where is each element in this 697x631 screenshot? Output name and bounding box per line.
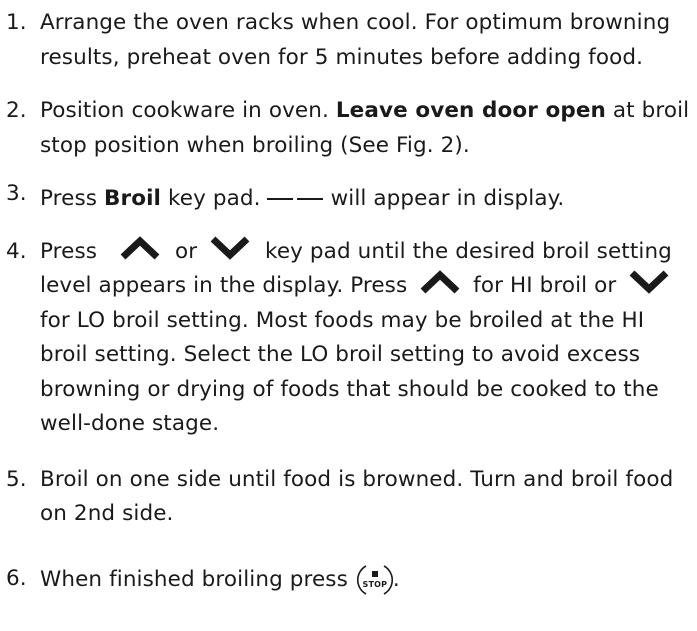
chevron-up-icon (418, 269, 462, 295)
step-text: Press (40, 238, 98, 264)
step-number: 3. (6, 181, 27, 206)
step-number: 2. (6, 98, 27, 123)
step-number: 4. (6, 238, 27, 264)
step-emphasis: Leave oven door open (335, 98, 606, 123)
stop-key-label: STOP (362, 579, 388, 589)
stop-key-icon: STOP (356, 562, 393, 598)
step-text: Arrange the oven racks when cool. For op… (40, 10, 671, 70)
step-text: Broil on one side until food is browned.… (40, 466, 674, 527)
broil-instructions: 1. Arrange the oven racks when cool. For… (0, 6, 697, 598)
step-6: 6. When finished broiling press STOP . (0, 562, 697, 598)
chevron-down-icon (208, 235, 252, 261)
step-2: 2. Position cookware in oven. Leave oven… (0, 94, 697, 163)
chevron-down-icon (627, 269, 671, 295)
step-text: When finished broiling press (40, 566, 348, 592)
step-1: 1. Arrange the oven racks when cool. For… (0, 6, 697, 75)
step-text: or (174, 238, 198, 264)
step-number: 5. (6, 466, 27, 492)
step-text: key pad. (161, 186, 261, 211)
step-4: 4. Press or key pad until the desired br… (0, 235, 697, 442)
display-dashes-icon (266, 177, 327, 212)
step-text: Press (40, 186, 105, 211)
step-text: for LO broil setting. Most foods may be … (40, 307, 659, 437)
step-number: 6. (6, 565, 27, 591)
step-text: for HI broil or (473, 273, 617, 298)
step-text: will appear in display. (330, 186, 565, 211)
step-text: Position cookware in oven. (40, 98, 336, 123)
chevron-up-icon (118, 235, 162, 261)
step-text: . (392, 566, 400, 592)
step-number: 1. (6, 10, 27, 35)
step-5: 5. Broil on one side until food is brown… (0, 463, 697, 532)
broil-key-label: Broil (104, 186, 162, 211)
step-3: 3. Press Broil key pad. will appear in di… (0, 177, 697, 217)
